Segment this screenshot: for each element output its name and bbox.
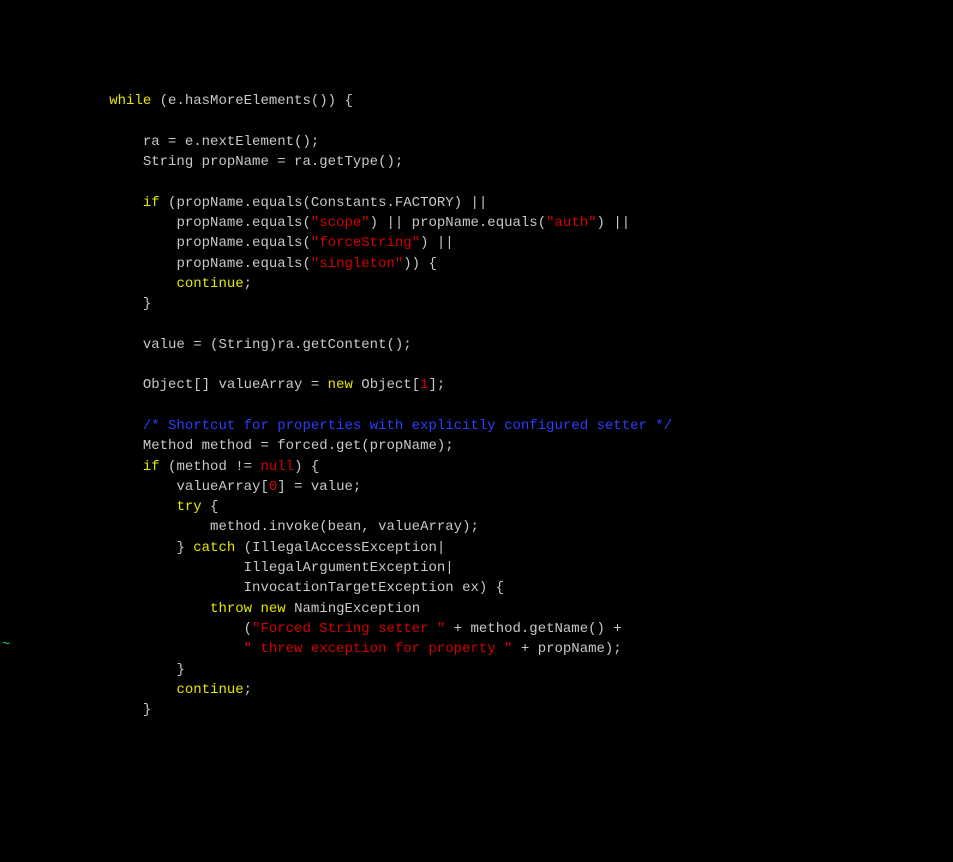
- line: /* Shortcut for properties with explicit…: [0, 418, 672, 434]
- line: continue;: [0, 682, 252, 698]
- string-literal: "forceString": [311, 235, 420, 251]
- line: IllegalArgumentException|: [0, 560, 454, 576]
- keyword-throw: throw: [210, 601, 252, 617]
- line: propName.equals("scope") || propName.equ…: [0, 215, 630, 231]
- keyword-if: if: [143, 459, 160, 475]
- keyword-continue: continue: [176, 682, 243, 698]
- number-literal: 0: [269, 479, 277, 495]
- line: throw new NamingException: [0, 601, 420, 617]
- line: ("Forced String setter " + method.getNam…: [0, 621, 622, 637]
- line: }: [0, 662, 185, 678]
- line: Object[] valueArray = new Object[1];: [0, 377, 445, 393]
- keyword-while: while: [109, 93, 151, 109]
- line: Method method = forced.get(propName);: [0, 438, 454, 454]
- line: InvocationTargetException ex) {: [0, 580, 504, 596]
- comment: /* Shortcut for properties with explicit…: [143, 418, 672, 434]
- code-block: while (e.hasMoreElements()) { ra = e.nex…: [0, 81, 953, 720]
- line: String propName = ra.getType();: [0, 154, 403, 170]
- string-literal: " threw exception for property ": [244, 641, 513, 657]
- string-literal: "Forced String setter ": [252, 621, 445, 637]
- line: try {: [0, 499, 218, 515]
- string-literal: "scope": [311, 215, 370, 231]
- line: }: [0, 296, 151, 312]
- line: " threw exception for property " + propN…: [0, 641, 622, 657]
- keyword-try: try: [176, 499, 201, 515]
- line: if (method != null) {: [0, 459, 319, 475]
- keyword-if: if: [143, 195, 160, 211]
- line: continue;: [0, 276, 252, 292]
- line: propName.equals("forceString") ||: [0, 235, 454, 251]
- line: }: [0, 702, 151, 718]
- line: while (e.hasMoreElements()) {: [0, 93, 353, 109]
- terminal-cursor: ~: [2, 635, 10, 655]
- string-literal: "singleton": [311, 256, 403, 272]
- keyword-catch: catch: [193, 540, 235, 556]
- line: ra = e.nextElement();: [0, 134, 319, 150]
- keyword-null: null: [260, 459, 294, 475]
- line: valueArray[0] = value;: [0, 479, 361, 495]
- keyword-new: new: [328, 377, 353, 393]
- keyword-continue: continue: [176, 276, 243, 292]
- line: value = (String)ra.getContent();: [0, 337, 412, 353]
- keyword-new: new: [260, 601, 285, 617]
- line: method.invoke(bean, valueArray);: [0, 519, 479, 535]
- string-literal: "auth": [546, 215, 596, 231]
- line: if (propName.equals(Constants.FACTORY) |…: [0, 195, 487, 211]
- line: propName.equals("singleton")) {: [0, 256, 437, 272]
- line: } catch (IllegalAccessException|: [0, 540, 445, 556]
- number-literal: 1: [420, 377, 428, 393]
